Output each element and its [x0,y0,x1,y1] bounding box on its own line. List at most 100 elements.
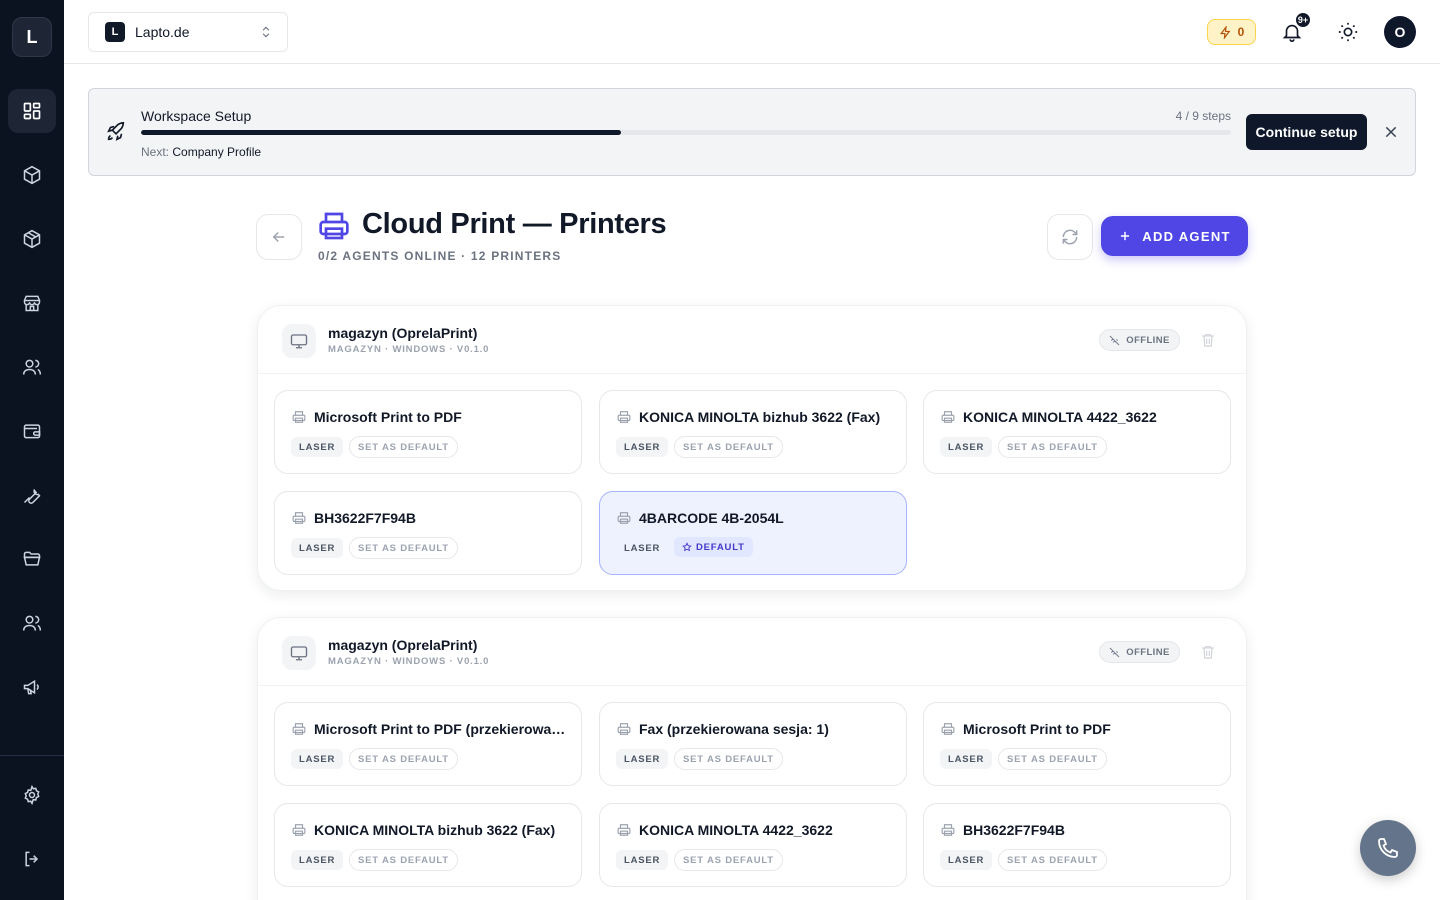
printer-name: Microsoft Print to PDF [314,409,462,425]
agent-icon [282,324,316,358]
folder-icon [23,551,41,566]
printer-type-badge: LASER [940,850,993,870]
printer-icon [292,411,306,423]
printer-card[interactable]: KONICA MINOLTA bizhub 3622 (Fax) LASER S… [274,803,582,887]
agent-icon [282,636,316,670]
trash-icon[interactable] [1200,332,1216,348]
sidebar-item-dashboard[interactable] [8,89,56,133]
users-icon [22,359,42,375]
plus-icon [1121,231,1130,241]
phone-icon [1378,838,1398,858]
setup-next-value: Company Profile [172,145,262,159]
printer-card[interactable]: KONICA MINOLTA 4422_3622 LASER SET AS DE… [923,390,1231,474]
printer-type-badge: LASER [616,850,669,870]
printer-icon [292,824,306,836]
printer-type-badge: LASER [291,749,344,769]
add-agent-button[interactable]: ADD AGENT [1101,216,1248,256]
page-title: Cloud Print — Printers [362,208,667,240]
sidebar-item-marketing[interactable] [8,665,56,709]
printer-card[interactable]: Fax (przekierowana sesja: 1) LASER SET A… [599,702,907,786]
printer-card-default[interactable]: 4BARCODE 4B-2054L LASER DEFAULT [599,491,907,575]
printer-type-badge: LASER [616,437,669,457]
page-subtitle: 0/2 AGENTS ONLINE · 12 PRINTERS [318,249,562,263]
call-support-button[interactable] [1360,820,1416,876]
close-icon[interactable] [1383,124,1399,140]
users-icon [22,615,42,631]
setup-next-label: Next: [141,145,170,159]
back-button[interactable] [256,214,302,260]
sidebar-item-logout[interactable] [8,837,56,881]
rocket-icon [107,122,125,141]
wifi-off-icon [1109,335,1120,345]
printer-card[interactable]: KONICA MINOLTA bizhub 3622 (Fax) LASER S… [599,390,907,474]
printer-name: BH3622F7F94B [314,510,416,526]
setup-next: Next: Company Profile [141,145,261,159]
printer-name: KONICA MINOLTA bizhub 3622 (Fax) [639,409,881,425]
sidebar-item-team[interactable] [8,601,56,645]
grid-icon [23,102,41,120]
sidebar-item-settings[interactable] [8,773,56,817]
workspace-selector[interactable]: L Lapto.de [88,12,288,52]
monitor-icon [290,646,308,661]
set-default-button[interactable]: SET AS DEFAULT [349,537,458,559]
continue-setup-button[interactable]: Continue setup [1246,114,1367,150]
set-default-button[interactable]: SET AS DEFAULT [349,849,458,871]
trash-icon[interactable] [1200,644,1216,660]
setup-title: Workspace Setup [141,108,252,124]
status-badge: OFFLINE [1099,641,1180,663]
refresh-button[interactable] [1047,214,1093,260]
sidebar-item-tools[interactable] [8,473,56,517]
star-icon [682,542,692,552]
printer-name: KONICA MINOLTA bizhub 3622 (Fax) [314,822,556,838]
sidebar-item-products[interactable] [8,153,56,197]
printer-card[interactable]: BH3622F7F94B LASER SET AS DEFAULT [923,803,1231,887]
sidebar-item-wallet[interactable] [8,409,56,453]
logout-icon [25,851,39,867]
printer-icon [319,212,349,240]
status-badge: OFFLINE [1099,329,1180,351]
printer-type-badge: LASER [940,437,993,457]
printer-type-badge: LASER [291,850,344,870]
sidebar-item-inventory[interactable] [8,217,56,261]
default-badge: DEFAULT [674,537,753,557]
status-label: OFFLINE [1126,334,1170,346]
arrow-left-icon [272,231,285,243]
set-default-button[interactable]: SET AS DEFAULT [674,436,783,458]
top-bar: L Lapto.de 0 9+ O [64,0,1440,64]
notifications-button[interactable]: 9+ [1280,11,1312,46]
printer-icon [292,723,306,735]
avatar[interactable]: O [1384,16,1416,48]
set-default-button[interactable]: SET AS DEFAULT [998,748,1107,770]
credits-badge[interactable]: 0 [1207,19,1256,45]
set-default-button[interactable]: SET AS DEFAULT [674,748,783,770]
printer-card[interactable]: KONICA MINOLTA 4422_3622 LASER SET AS DE… [599,803,907,887]
sun-icon[interactable] [1337,21,1359,43]
printer-type-badge: LASER [624,542,661,554]
printer-card[interactable]: Microsoft Print to PDF LASER SET AS DEFA… [923,702,1231,786]
status-label: OFFLINE [1126,646,1170,658]
printer-card[interactable]: BH3622F7F94B LASER SET AS DEFAULT [274,491,582,575]
sidebar-item-customers[interactable] [8,345,56,389]
set-default-button[interactable]: SET AS DEFAULT [349,436,458,458]
agent-card: magazyn (OprelaPrint) MAGAZYN · WINDOWS … [257,617,1247,900]
wifi-off-icon [1109,647,1120,657]
refresh-icon [1062,229,1078,245]
printer-name: Microsoft Print to PDF [963,721,1111,737]
workspace-name: Lapto.de [135,24,190,40]
wrench-icon [23,488,41,504]
printer-icon [617,824,631,836]
printer-card[interactable]: Microsoft Print to PDF (przekierowana se… [274,702,582,786]
sidebar-item-store[interactable] [8,281,56,325]
sidebar-divider [0,755,64,756]
set-default-button[interactable]: SET AS DEFAULT [674,849,783,871]
printer-icon [941,723,955,735]
sidebar-item-files[interactable] [8,537,56,581]
printer-name: KONICA MINOLTA 4422_3622 [963,409,1157,425]
sidebar-logo[interactable]: L [12,17,52,57]
chevron-up-down-icon [262,26,270,38]
set-default-button[interactable]: SET AS DEFAULT [998,849,1107,871]
agent-meta: MAGAZYN · WINDOWS · V0.1.0 [328,344,490,355]
printer-card[interactable]: Microsoft Print to PDF LASER SET AS DEFA… [274,390,582,474]
set-default-button[interactable]: SET AS DEFAULT [998,436,1107,458]
set-default-button[interactable]: SET AS DEFAULT [349,748,458,770]
